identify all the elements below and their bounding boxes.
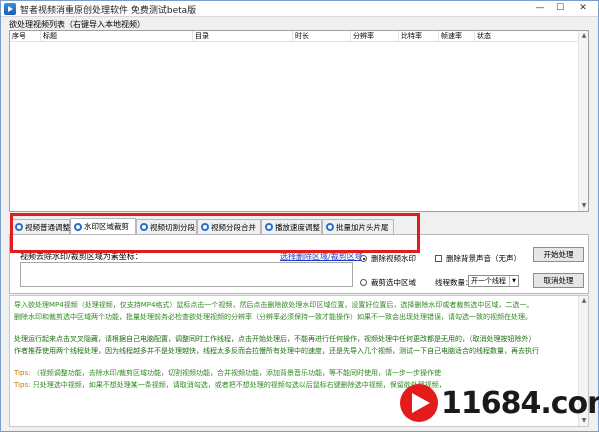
window-controls: — ☐ ✕ (530, 1, 596, 16)
instruction-line: 导入欲处理MP4视频（处理视频，仅支持MP4格式）鼠标点击一个视频，然后点击删除… (14, 301, 534, 309)
tips-text: （视频调整功能，去除水印/裁剪区域功能，切割视频功能，合并视频功能，添加背景音乐… (32, 369, 442, 377)
crop-coordinates-input[interactable] (20, 262, 353, 287)
site-watermark-logo (400, 384, 438, 422)
crop-area-option-label: 裁剪选中区域 (371, 278, 416, 287)
instruction-line: 作者推荐使用两个线程处理，因为线程越多并不是处理越快，线程太多反而会拉慢所有处理… (14, 347, 539, 355)
tab-normal-adjust[interactable]: 视频普通调整 (11, 219, 70, 234)
tab-label: 播放速度调整 (275, 222, 320, 232)
minimize-button[interactable]: — (530, 1, 550, 16)
tips-label: Tips: (14, 381, 31, 389)
tab-label: 水印区域裁剪 (84, 222, 129, 231)
title-bar[interactable]: 智者视频消重原创处理软件 免费测试beta版 — ☐ ✕ (1, 1, 598, 17)
column-header-framerate[interactable]: 帧速率 (439, 31, 475, 42)
close-button[interactable]: ✕ (570, 1, 596, 16)
app-logo-icon (4, 3, 16, 15)
remove-watermark-label: 删除视频水印 (371, 254, 416, 263)
cancel-button[interactable]: 取消处理 (533, 273, 584, 288)
tab-intro-outro[interactable]: 批量加片头片尾 (322, 219, 394, 234)
instruction-line: 删除水印和裁剪选中区域两个功能，批量处理前务必检查欲处理视频的分辨率（分辨率必须… (14, 313, 532, 321)
tab-panel-watermark-crop: 视频去除水印/裁剪区域为素坐标： 选择删除区域/裁剪区域 删除视频水印 删除背景… (9, 234, 589, 294)
tips-line: Tips: 只处理选中视频，如果不想处理某一条视频，请取消勾选，或者把不想处理的… (14, 380, 446, 390)
list-scrollbar[interactable]: ▲ ▼ (578, 31, 588, 211)
crop-area-label: 视频去除水印/裁剪区域为素坐标： (20, 252, 143, 261)
start-button[interactable]: 开始处理 (533, 247, 584, 262)
tab-label: 批量加片头片尾 (336, 222, 389, 232)
tips-label: Tips: (14, 369, 31, 377)
tab-merge-video[interactable]: 视频分段合并 (197, 219, 261, 234)
gear-icon (201, 223, 209, 231)
list-header: 序号 标题 目录 时长 分辨率 比特率 帧速率 状态 (10, 31, 588, 42)
remove-bg-audio-label: 删除背景声音（无声） (446, 254, 521, 263)
column-header-bitrate[interactable]: 比特率 (399, 31, 439, 42)
gear-icon (265, 223, 273, 231)
video-list[interactable]: 序号 标题 目录 时长 分辨率 比特率 帧速率 状态 ▲ ▼ (9, 30, 589, 212)
crop-area-radio[interactable] (360, 279, 367, 286)
scroll-up-icon[interactable]: ▲ (580, 32, 588, 40)
instruction-line: 处理运行起来点击叉叉隐藏，请根据自己电脑配置，调整同时工作线程，点击开始处理后，… (14, 335, 536, 343)
tips-line: Tips: （视频调整功能，去除水印/裁剪区域功能，切割视频功能，合并视频功能，… (14, 368, 441, 378)
column-header-resolution[interactable]: 分辨率 (351, 31, 399, 42)
column-header-index[interactable]: 序号 (10, 31, 41, 42)
window-title: 智者视频消重原创处理软件 免费测试beta版 (20, 6, 197, 16)
tab-label: 视频普通调整 (25, 222, 70, 232)
threads-label: 线程数量： (435, 278, 473, 287)
tips-text: 只处理选中视频，如果不想处理某一条视频，请取消勾选，或者把不想处理的视频勾选以后… (32, 381, 446, 389)
select-area-link[interactable]: 选择删除区域/裁剪区域 (280, 251, 363, 262)
tab-playback-speed[interactable]: 播放速度调整 (261, 219, 322, 234)
gear-icon (74, 222, 82, 231)
scroll-down-icon[interactable]: ▼ (580, 202, 588, 210)
chevron-down-icon: ▼ (509, 276, 518, 286)
video-list-caption: 欲处理视频列表（右键导入本地视频） (9, 20, 145, 29)
app-window: 智者视频消重原创处理软件 免费测试beta版 — ☐ ✕ 欲处理视频列表（右键导… (0, 0, 599, 432)
site-watermark-text: 11684.com (441, 386, 599, 421)
tab-split-video[interactable]: 视频切割分段 (136, 219, 197, 234)
gear-icon (15, 223, 23, 231)
gear-icon (140, 223, 148, 231)
tab-label: 视频分段合并 (211, 222, 256, 232)
threads-select[interactable]: 开一个线程 ▼ (468, 275, 519, 287)
threads-select-value: 开一个线程 (471, 277, 506, 285)
tab-watermark-crop[interactable]: 水印区域裁剪 (70, 218, 136, 234)
gear-icon (326, 223, 334, 231)
column-header-duration[interactable]: 时长 (293, 31, 351, 42)
column-header-status[interactable]: 状态 (475, 31, 578, 42)
tab-label: 视频切割分段 (150, 222, 195, 232)
remove-bg-audio-checkbox[interactable] (435, 255, 442, 262)
maximize-button[interactable]: ☐ (550, 1, 570, 16)
scroll-up-icon[interactable]: ▲ (580, 297, 588, 305)
column-header-directory[interactable]: 目录 (193, 31, 293, 42)
remove-watermark-radio[interactable] (360, 255, 367, 262)
column-header-title[interactable]: 标题 (41, 31, 193, 42)
